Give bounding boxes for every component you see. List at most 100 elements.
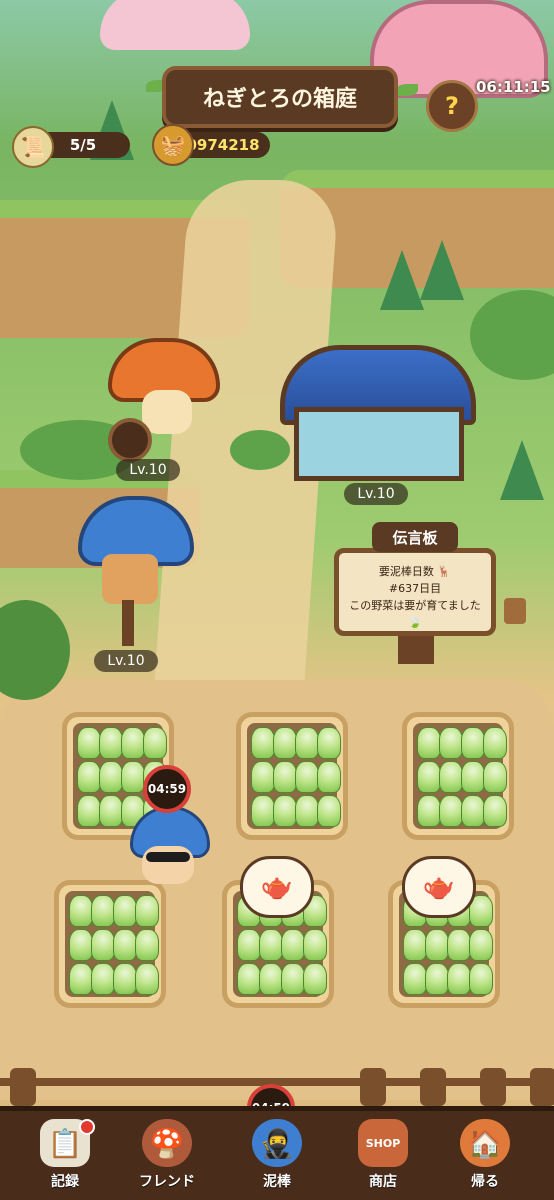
pine-tree: [380, 250, 424, 310]
page-title: ねぎとろの箱庭: [202, 87, 357, 112]
bush: [470, 290, 554, 380]
cabbage-crop: [447, 929, 471, 961]
garden-scene: ねぎとろの箱庭 ? 06:11:15 5/5 📜 0974218 🧺 Lv.10…: [0, 0, 554, 1200]
cabbage-crop: [317, 795, 341, 827]
mushroom-house: [100, 0, 250, 50]
leaf-decoration: [396, 84, 418, 96]
thief-mushroom-icon: 🥷: [252, 1119, 302, 1167]
friends-mushroom-icon: 🍄: [142, 1119, 192, 1167]
crop-plot[interactable]: [402, 712, 514, 840]
nav-item-records[interactable]: 📋 記録: [15, 1119, 115, 1200]
cabbage-crop: [77, 727, 101, 759]
scarecrow-pole: [122, 600, 134, 646]
cabbage-crop: [77, 795, 101, 827]
crop-plot[interactable]: [54, 880, 166, 1008]
nav-label-shop: 商店: [369, 1174, 397, 1190]
cabbage-crop: [439, 761, 463, 793]
cabbage-crop: [295, 761, 319, 793]
cabbage-crop: [469, 963, 493, 995]
nav-label-records: 記録: [51, 1174, 79, 1190]
cabbage-crop: [135, 963, 159, 995]
cabbage-crop: [273, 761, 297, 793]
home-mushroom-icon: 🏠: [460, 1119, 510, 1167]
leaf-icon: 🍃: [408, 616, 422, 629]
message-board[interactable]: 要泥棒日数 🦌 #637日目 この野菜は要が育てました 🍃 伝言板: [334, 522, 496, 638]
pine-tree: [500, 440, 544, 500]
cabbage-crop: [251, 795, 275, 827]
scarecrow-level-badge: Lv.10: [94, 650, 158, 672]
stump: [504, 598, 526, 624]
cabbage-crop: [91, 929, 115, 961]
mushroom-cart-building[interactable]: [98, 338, 220, 462]
scarecrow-body: [102, 554, 158, 604]
cabbage-crop: [461, 795, 485, 827]
nav-label-friends: フレンド: [139, 1174, 195, 1190]
cabbage-crop: [91, 895, 115, 927]
pine-tree: [420, 240, 464, 300]
stamina-value: 5/5: [69, 136, 97, 154]
treasure-basket-icon: 🧺: [152, 124, 194, 166]
cabbage-crop: [461, 727, 485, 759]
cabbage-crop: [317, 761, 341, 793]
clock: 06:11:15: [476, 78, 551, 96]
cabbage-crop: [461, 761, 485, 793]
watering-can-icon[interactable]: 🫖: [402, 856, 476, 918]
thief-character[interactable]: [128, 806, 210, 886]
greenhouse-body: [294, 407, 464, 481]
cabbage-crop: [237, 963, 261, 995]
cabbage-crop: [403, 929, 427, 961]
cabbage-crop: [273, 795, 297, 827]
cabbage-crop: [69, 895, 93, 927]
cart-level-badge: Lv.10: [116, 459, 180, 481]
cabbage-crop: [417, 761, 441, 793]
watering-can-icon[interactable]: 🫖: [240, 856, 314, 918]
cabbage-crop: [295, 727, 319, 759]
cabbage-crop: [483, 761, 507, 793]
bottom-nav: 📋 記録 🍄 フレンド 🥷 泥棒 SHOP 商店 🏠 帰る: [0, 1106, 554, 1200]
cabbage-crop: [77, 761, 101, 793]
cabbage-crop: [69, 929, 93, 961]
cabbage-crop: [273, 727, 297, 759]
crop-plot[interactable]: [236, 712, 348, 840]
cabbage-crop: [99, 761, 123, 793]
cabbage-crop: [251, 761, 275, 793]
cabbage-crop: [425, 929, 449, 961]
cabbage-crop: [99, 795, 123, 827]
cabbage-crop: [113, 895, 137, 927]
cabbage-crop: [121, 761, 145, 793]
notification-badge: [79, 1119, 95, 1135]
cart-wheel: [108, 418, 152, 462]
cabbage-crop: [483, 727, 507, 759]
cabbage-crop: [113, 963, 137, 995]
nav-item-friends[interactable]: 🍄 フレンド: [117, 1119, 217, 1200]
cabbage-crop: [447, 963, 471, 995]
mushroom-body: [142, 390, 192, 434]
cabbage-crop: [281, 929, 305, 961]
nav-item-thief[interactable]: 🥷 泥棒: [227, 1119, 327, 1200]
cabbage-crop: [439, 727, 463, 759]
cabbage-crop: [259, 929, 283, 961]
cabbage-crop: [69, 963, 93, 995]
nav-item-return[interactable]: 🏠 帰る: [435, 1119, 535, 1200]
cabbage-crop: [403, 963, 427, 995]
scarecrow-building[interactable]: [72, 496, 194, 646]
message-board-title: 伝言板: [372, 522, 458, 552]
cabbage-crop: [143, 727, 167, 759]
cabbage-crop: [295, 795, 319, 827]
cabbage-crop: [259, 963, 283, 995]
cabbage-crop: [135, 929, 159, 961]
cabbage-crop: [91, 963, 115, 995]
board-line-3: この野菜は要が育てました: [349, 599, 481, 612]
cabbage-crop: [251, 727, 275, 759]
scroll-icon: 📜: [12, 126, 54, 168]
cabbage-crop: [417, 795, 441, 827]
garden-title-plate: ねぎとろの箱庭: [162, 66, 398, 128]
greenhouse-building[interactable]: [280, 345, 476, 485]
greenhouse-level-badge: Lv.10: [344, 483, 408, 505]
cabbage-crop: [237, 929, 261, 961]
board-line-2: #637日目: [388, 582, 442, 595]
cabbage-crop: [303, 963, 327, 995]
help-book-icon[interactable]: ?: [426, 80, 478, 132]
nav-item-shop[interactable]: SHOP 商店: [333, 1119, 433, 1200]
shop-icon: SHOP: [358, 1119, 408, 1167]
